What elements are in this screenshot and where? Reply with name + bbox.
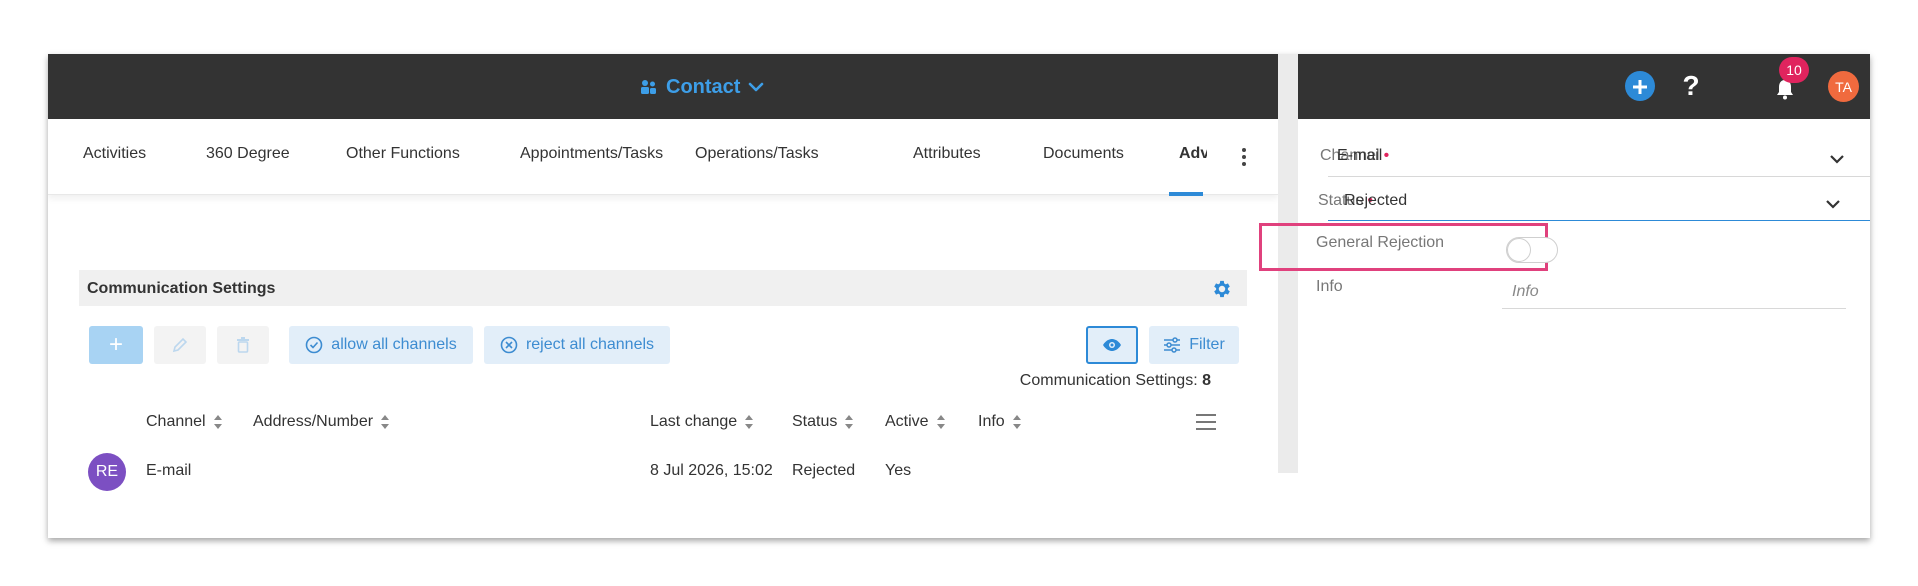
chevron-down-icon[interactable] — [1829, 153, 1845, 165]
column-header-address[interactable]: Address/Number — [253, 413, 390, 431]
tab-adv[interactable]: Adv — [1179, 145, 1207, 163]
gear-icon[interactable] — [1211, 278, 1233, 300]
help-button[interactable]: ? — [1676, 69, 1706, 103]
tab-360-degree[interactable]: 360 Degree — [206, 145, 290, 163]
column-header-label: Status — [792, 413, 838, 430]
filter-button[interactable]: Filter — [1149, 326, 1239, 364]
sort-icon — [381, 415, 390, 429]
chevron-down-icon — [749, 82, 764, 92]
top-bar: Contact ? 10 TA — [48, 54, 1870, 119]
edit-button[interactable] — [154, 326, 206, 364]
eye-icon — [1103, 339, 1121, 351]
column-header-label: Last change — [650, 413, 738, 430]
filter-label: Filter — [1189, 336, 1225, 353]
sort-icon — [745, 415, 754, 429]
contacts-icon — [641, 80, 656, 94]
add-button[interactable]: + — [89, 326, 143, 364]
reject-all-channels-button[interactable]: reject all channels — [484, 326, 670, 364]
create-button[interactable] — [1625, 71, 1655, 101]
tab-documents[interactable]: Documents — [1043, 145, 1124, 163]
column-header-info[interactable]: Info — [978, 413, 1021, 431]
column-header-label: Info — [978, 413, 1005, 430]
status-select-value[interactable]: Rejected — [1344, 192, 1407, 210]
view-toggle-button[interactable] — [1086, 326, 1138, 364]
column-header-label: Address/Number — [253, 413, 374, 430]
context-switcher[interactable]: Contact — [640, 72, 764, 102]
section-title: Communication Settings — [87, 280, 276, 297]
channel-select-value[interactable]: E-mail — [1337, 147, 1382, 165]
pencil-icon — [172, 337, 188, 353]
column-header-label: Active — [885, 413, 929, 430]
cell-status: Rejected — [792, 462, 856, 479]
trash-icon — [237, 337, 249, 353]
table-row[interactable]: RE E-mail 8 Jul 2026, 15:02 Rejected Yes — [88, 450, 1228, 494]
settings-count: Communication Settings: 8 — [1020, 372, 1211, 390]
tab-other-functions[interactable]: Other Functions — [346, 145, 460, 163]
plus-icon: + — [108, 331, 123, 358]
sort-icon — [213, 415, 222, 429]
info-input[interactable] — [1502, 275, 1846, 309]
allow-all-channels-button[interactable]: allow all channels — [289, 326, 473, 364]
help-icon: ? — [1682, 70, 1700, 101]
cell-active: Yes — [885, 462, 912, 479]
status-select-underline — [1328, 220, 1870, 221]
sort-icon — [1012, 415, 1021, 429]
info-label: Info — [1316, 278, 1343, 295]
reject-all-channels-label: reject all channels — [525, 336, 655, 353]
highlight-box — [1259, 223, 1548, 271]
tab-attributes[interactable]: Attributes — [913, 145, 981, 163]
delete-button[interactable] — [217, 326, 269, 364]
context-label: Contact — [666, 75, 741, 98]
row-avatar: RE — [88, 453, 126, 491]
tab-appointments-tasks[interactable]: Appointments/Tasks — [520, 145, 663, 163]
column-header-active[interactable]: Active — [885, 413, 945, 431]
x-circle-icon — [500, 336, 518, 354]
column-menu-icon[interactable] — [1196, 414, 1216, 430]
tab-activities[interactable]: Activities — [83, 145, 146, 163]
column-header-last-change[interactable]: Last change — [650, 413, 754, 431]
channel-select-underline — [1328, 176, 1870, 177]
check-circle-icon — [305, 336, 323, 354]
main-panel: Activities 360 Degree Other Functions Ap… — [48, 119, 1278, 538]
chevron-down-icon[interactable] — [1825, 198, 1841, 210]
filter-icon — [1164, 337, 1181, 353]
notification-badge: 10 — [1779, 57, 1809, 83]
sort-icon — [936, 415, 945, 429]
sort-icon — [845, 415, 854, 429]
column-header-channel[interactable]: Channel — [146, 413, 222, 431]
cell-channel: E-mail — [146, 462, 192, 479]
settings-count-label: Communication Settings: — [1019, 372, 1198, 389]
toggle-knob — [1507, 238, 1531, 262]
tab-adv-clip: Adv — [1179, 139, 1207, 175]
allow-all-channels-label: allow all channels — [331, 336, 457, 353]
settings-count-value: 8 — [1202, 372, 1211, 389]
tab-bar: Activities 360 Degree Other Functions Ap… — [48, 119, 1278, 196]
user-avatar[interactable]: TA — [1828, 71, 1859, 102]
active-tab-indicator — [1169, 192, 1203, 196]
general-rejection-toggle[interactable] — [1506, 237, 1558, 263]
column-header-label: Channel — [146, 413, 206, 430]
more-tabs-kebab-icon[interactable] — [1234, 145, 1254, 169]
column-header-status[interactable]: Status — [792, 413, 854, 431]
plus-icon — [1632, 73, 1648, 99]
tab-operations-tasks[interactable]: Operations/Tasks — [695, 145, 819, 163]
cell-last-change: 8 Jul 2026, 15:02 — [650, 462, 773, 479]
